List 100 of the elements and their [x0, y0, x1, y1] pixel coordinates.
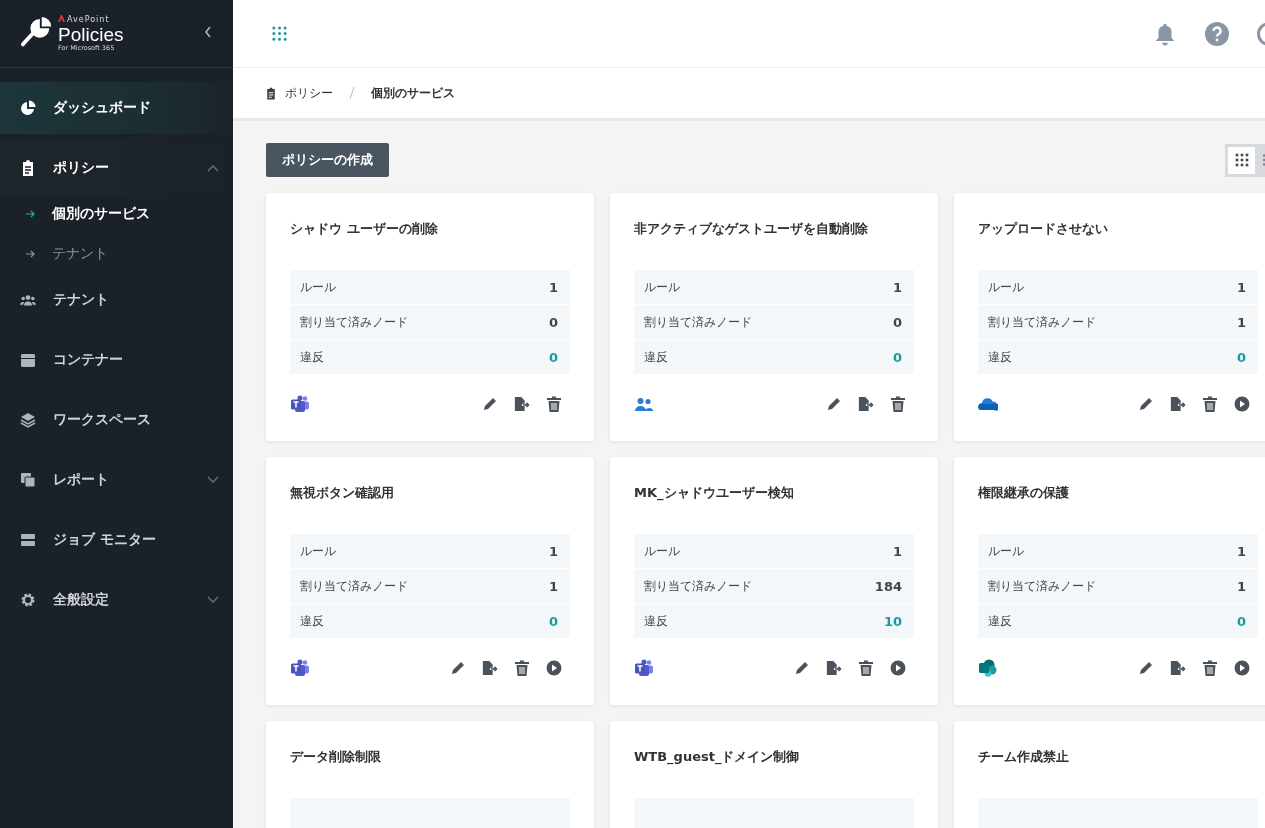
arrow-icon	[26, 210, 36, 218]
nav-item[interactable]: 全般設定	[0, 574, 233, 626]
policy-title: アップロードさせない	[978, 220, 1109, 238]
policy-title: チーム作成禁止	[978, 748, 1070, 766]
trash-icon[interactable]	[1202, 396, 1218, 412]
policy-card[interactable]: 権限継承の保護 ルール 1 割り当て済みノード 1 違反 0	[954, 457, 1265, 705]
policy-title: 非アクティブなゲストユーザを自動削除	[634, 220, 869, 238]
nav-item[interactable]: テナント	[0, 274, 233, 326]
stat-value: 1	[548, 543, 558, 559]
stat-label: ルール	[644, 542, 680, 560]
arrow-icon	[26, 250, 36, 258]
teams-icon	[290, 659, 310, 677]
product-name: Policies	[58, 25, 124, 45]
stat-label: 割り当て済みノード	[300, 313, 408, 331]
trash-icon[interactable]	[546, 396, 562, 412]
clipboard-icon	[265, 86, 277, 100]
nav-item[interactable]: コンテナー	[0, 334, 233, 386]
stat-label: 違反	[644, 612, 668, 630]
edit-icon[interactable]	[450, 660, 466, 676]
stat-label: 違反	[988, 612, 1012, 630]
policy-title: MK_シャドウユーザー検知	[634, 484, 795, 503]
bell-icon[interactable]	[1153, 21, 1177, 46]
trash-icon[interactable]	[1202, 660, 1218, 676]
export-icon[interactable]	[482, 660, 498, 676]
edit-icon[interactable]	[482, 396, 498, 412]
create-policy-button[interactable]: ポリシーの作成	[266, 143, 389, 177]
layers-icon	[20, 412, 36, 428]
company-name: AvePoint	[58, 15, 124, 25]
trash-icon[interactable]	[514, 660, 530, 676]
policy-title: シャドウ ユーザーの削除	[290, 220, 439, 238]
policy-title: データ削除制限	[290, 748, 382, 766]
policy-title: 無視ボタン確認用	[290, 484, 395, 502]
calendar-icon	[20, 352, 36, 368]
report-icon	[20, 472, 36, 488]
nav-item[interactable]: レポート	[0, 454, 233, 506]
nav-item[interactable]: ジョブ モニター	[0, 514, 233, 566]
nav-subitem[interactable]: 個別のサービス	[0, 194, 233, 234]
stat-value: 1	[1236, 578, 1246, 594]
play-icon[interactable]	[1234, 396, 1250, 412]
nav-item[interactable]: ワークスペース	[0, 394, 233, 446]
export-icon[interactable]	[514, 396, 530, 412]
stat-value: 1	[1236, 279, 1246, 295]
policy-title: 権限継承の保護	[978, 484, 1070, 502]
export-icon[interactable]	[858, 396, 874, 412]
settings-icon	[20, 592, 36, 608]
server-icon	[20, 532, 36, 548]
play-icon[interactable]	[1234, 660, 1250, 676]
stat-label: ルール	[988, 278, 1024, 296]
stat-label: 違反	[644, 348, 668, 366]
stat-value: 1	[1236, 314, 1246, 330]
chevron-icon	[207, 596, 219, 604]
policy-card[interactable]: MK_シャドウユーザー検知 ルール 1 割り当て済みノード 184 違反 10	[610, 457, 938, 705]
stat-label: ルール	[300, 542, 336, 560]
stat-value: 1	[548, 279, 558, 295]
export-icon[interactable]	[1170, 660, 1186, 676]
breadcrumb-item[interactable]: ポリシー	[285, 84, 333, 102]
stat-value: 1	[1236, 543, 1246, 559]
breadcrumb-item: 個別のサービス	[371, 84, 455, 102]
stat-label: 違反	[988, 348, 1012, 366]
edit-icon[interactable]	[1138, 396, 1154, 412]
help-icon[interactable]	[1205, 21, 1229, 46]
stat-label: ルール	[988, 542, 1024, 560]
collapse-chevron-icon[interactable]	[203, 25, 213, 39]
grid-view-button[interactable]	[1228, 146, 1255, 174]
stat-label: 割り当て済みノード	[644, 577, 752, 595]
policy-card[interactable]: 非アクティブなゲストユーザを自動削除 ルール 1 割り当て済みノード 0 違反 0	[610, 193, 938, 441]
stat-value: 1	[892, 279, 902, 295]
grid-icon	[1233, 153, 1250, 167]
policy-card[interactable]: チーム作成禁止	[954, 721, 1265, 828]
stat-label: 割り当て済みノード	[644, 313, 752, 331]
chevron-icon	[207, 164, 219, 172]
stat-label: 割り当て済みノード	[300, 577, 408, 595]
policy-card[interactable]: アップロードさせない ルール 1 割り当て済みノード 1 違反 0	[954, 193, 1265, 441]
policy-card[interactable]: WTB_guest_ドメイン制御	[610, 721, 938, 828]
edit-icon[interactable]	[826, 396, 842, 412]
stat-value: 1	[892, 543, 902, 559]
app-launcher-icon[interactable]	[272, 26, 287, 41]
teams-icon	[290, 395, 310, 413]
stat-value: 184	[874, 578, 902, 594]
stat-label: ルール	[644, 278, 680, 296]
edit-icon[interactable]	[794, 660, 810, 676]
play-icon[interactable]	[546, 660, 562, 676]
nav-subitem[interactable]: テナント	[0, 234, 233, 274]
trash-icon[interactable]	[858, 660, 874, 676]
people-icon	[20, 292, 36, 308]
teams-icon	[634, 659, 654, 677]
export-icon[interactable]	[1170, 396, 1186, 412]
policy-card[interactable]: 無視ボタン確認用 ルール 1 割り当て済みノード 1 違反 0	[266, 457, 594, 705]
chevron-icon	[207, 476, 219, 484]
stat-label: 違反	[300, 612, 324, 630]
play-icon[interactable]	[890, 660, 906, 676]
stat-value: 0	[548, 314, 558, 330]
stat-label: ルール	[300, 278, 336, 296]
policy-card[interactable]: シャドウ ユーザーの削除 ルール 1 割り当て済みノード 0 違反 0	[266, 193, 594, 441]
edit-icon[interactable]	[1138, 660, 1154, 676]
stat-value: 1	[548, 578, 558, 594]
policy-card[interactable]: データ削除制限	[266, 721, 594, 828]
stat-label: 割り当て済みノード	[988, 313, 1096, 331]
export-icon[interactable]	[826, 660, 842, 676]
trash-icon[interactable]	[890, 396, 906, 412]
